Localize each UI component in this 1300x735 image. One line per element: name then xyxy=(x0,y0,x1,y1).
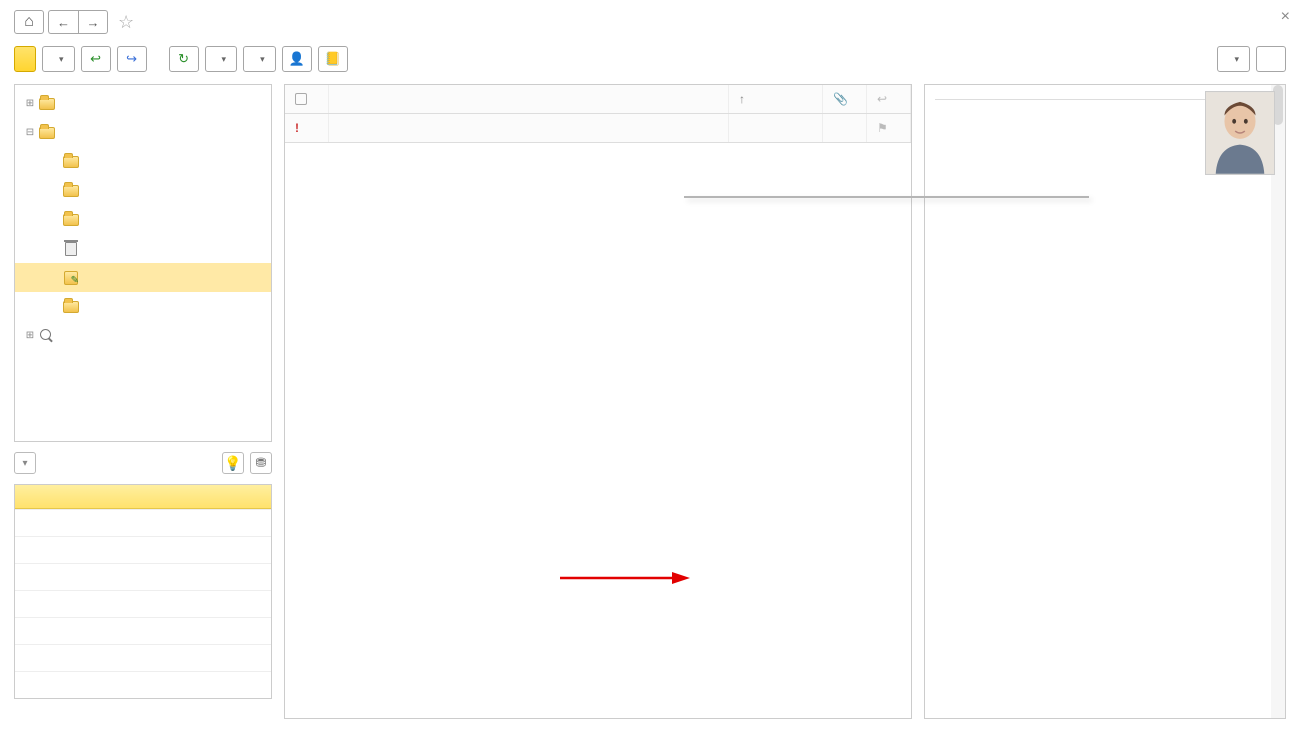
tree-user[interactable]: ⊟ xyxy=(15,118,271,147)
quick-search-row: 💡 ⛃ xyxy=(14,448,272,478)
folder-icon xyxy=(63,214,79,226)
tree-outbox[interactable] xyxy=(15,176,271,205)
avatar xyxy=(1205,91,1275,175)
clip-icon xyxy=(833,92,848,106)
col-subject[interactable] xyxy=(329,114,729,142)
annotation-arrow xyxy=(560,568,690,588)
tree-spam[interactable] xyxy=(15,292,271,321)
flag-icon xyxy=(877,121,888,135)
col-important[interactable]: ! xyxy=(285,114,329,142)
compose-button[interactable] xyxy=(14,46,36,72)
star-icon[interactable]: ☆ xyxy=(118,12,134,33)
folder-icon xyxy=(39,127,55,139)
scrollbar[interactable] xyxy=(1271,85,1285,718)
filter-row[interactable] xyxy=(15,590,271,617)
back-button[interactable] xyxy=(48,10,78,34)
create-based-button[interactable]: ▾ xyxy=(205,46,238,72)
contacts-button[interactable] xyxy=(318,46,348,72)
reply-button[interactable]: ▾ xyxy=(42,46,75,72)
folder-icon xyxy=(39,98,55,110)
search-icon xyxy=(40,329,54,343)
toolbar: ▾ ↩ ↪ ▾ ▾ ▾ xyxy=(0,40,1300,84)
col-date[interactable] xyxy=(729,85,823,113)
tree-trash[interactable] xyxy=(15,234,271,263)
forward-button[interactable] xyxy=(78,10,108,34)
more-button[interactable]: ▾ xyxy=(1217,46,1250,72)
list-header-1: ↩ xyxy=(285,85,911,114)
filter-row[interactable] xyxy=(15,671,271,698)
trash-icon xyxy=(65,242,77,256)
send-button[interactable]: ▾ xyxy=(243,46,276,72)
filter-row[interactable] xyxy=(15,563,271,590)
close-button[interactable]: × xyxy=(1281,8,1290,26)
folder-tree: ⊞ ⊟ ⊞ xyxy=(14,84,272,442)
bulb-icon: 💡 xyxy=(224,455,241,472)
person-icon xyxy=(289,51,305,67)
filter-row[interactable] xyxy=(15,617,271,644)
filter-row[interactable] xyxy=(15,509,271,536)
folder-icon xyxy=(63,301,79,313)
refresh-button[interactable] xyxy=(169,46,199,72)
filter-button[interactable]: ⛃ xyxy=(250,452,272,474)
col-reply[interactable]: ↩ xyxy=(867,85,911,113)
tree-shared[interactable]: ⊞ xyxy=(15,89,271,118)
forward-button-tb[interactable]: ↪ xyxy=(117,46,147,72)
col-addressee[interactable] xyxy=(329,85,729,113)
home-button[interactable] xyxy=(14,10,44,34)
preview-pane xyxy=(924,84,1286,719)
col-flag[interactable] xyxy=(867,114,911,142)
funnel-icon: ⛃ xyxy=(256,455,267,471)
email-list: ↩ ! xyxy=(284,84,912,719)
filter-row[interactable] xyxy=(15,536,271,563)
col-k[interactable] xyxy=(823,114,867,142)
tree-drafts[interactable] xyxy=(15,263,271,292)
reply-all-button[interactable]: ↩ xyxy=(81,46,111,72)
col-checkbox[interactable] xyxy=(285,85,329,113)
filter-panel xyxy=(14,484,272,699)
context-menu xyxy=(684,196,1089,198)
filter-head[interactable] xyxy=(15,485,271,509)
help-button[interactable] xyxy=(1256,46,1286,72)
folder-icon xyxy=(63,185,79,197)
list-header-2: ! xyxy=(285,114,911,143)
tree-search-folders[interactable]: ⊞ xyxy=(15,321,271,350)
col-attachment[interactable] xyxy=(823,85,867,113)
hint-button[interactable]: 💡 xyxy=(222,452,244,474)
folder-icon xyxy=(63,156,79,168)
tree-inbox[interactable] xyxy=(15,147,271,176)
col-spacer xyxy=(729,114,823,142)
filter-row[interactable] xyxy=(15,644,271,671)
contacts-icon xyxy=(325,51,341,67)
quick-search-toggle[interactable] xyxy=(14,452,36,474)
draft-icon xyxy=(64,271,78,285)
tree-sent[interactable] xyxy=(15,205,271,234)
find-person-button[interactable] xyxy=(282,46,312,72)
